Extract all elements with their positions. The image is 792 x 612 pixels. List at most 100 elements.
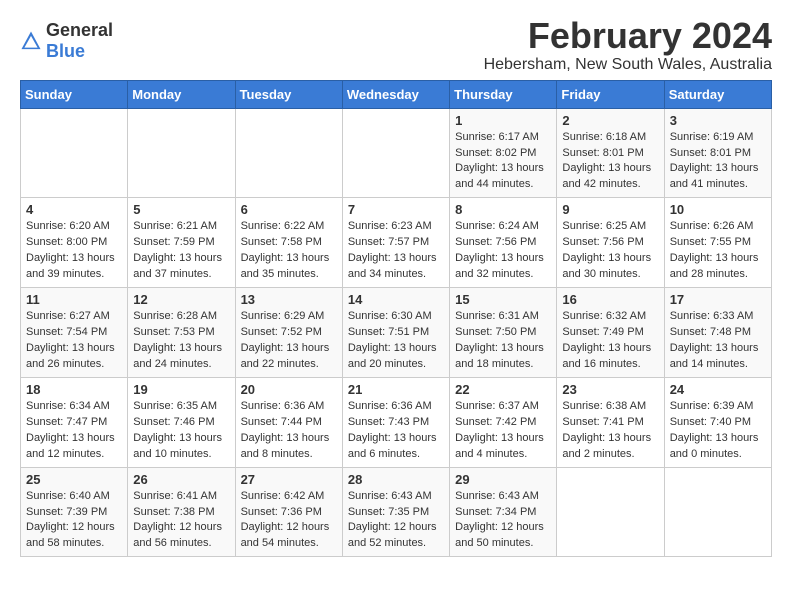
cell-content: Sunrise: 6:22 AMSunset: 7:58 PMDaylight:…: [241, 219, 337, 283]
logo: General Blue: [20, 20, 113, 62]
calendar-cell: 18 Sunrise: 6:34 AMSunset: 7:47 PMDayligh…: [21, 377, 128, 467]
header-day-wednesday: Wednesday: [342, 80, 449, 108]
day-number: 9: [562, 202, 658, 217]
cell-content: Sunrise: 6:42 AMSunset: 7:36 PMDaylight:…: [241, 489, 337, 553]
day-number: 8: [455, 202, 551, 217]
day-number: 25: [26, 472, 122, 487]
day-number: 12: [133, 292, 229, 307]
cell-content: Sunrise: 6:35 AMSunset: 7:46 PMDaylight:…: [133, 399, 229, 463]
day-number: 17: [670, 292, 766, 307]
day-number: 13: [241, 292, 337, 307]
cell-content: Sunrise: 6:37 AMSunset: 7:42 PMDaylight:…: [455, 399, 551, 463]
calendar-cell: [342, 108, 449, 198]
cell-content: Sunrise: 6:33 AMSunset: 7:48 PMDaylight:…: [670, 309, 766, 373]
calendar-cell: [664, 467, 771, 557]
day-number: 20: [241, 382, 337, 397]
day-number: 16: [562, 292, 658, 307]
day-number: 24: [670, 382, 766, 397]
day-number: 15: [455, 292, 551, 307]
calendar-header: SundayMondayTuesdayWednesdayThursdayFrid…: [21, 80, 772, 108]
day-number: 21: [348, 382, 444, 397]
day-number: 1: [455, 113, 551, 128]
cell-content: Sunrise: 6:41 AMSunset: 7:38 PMDaylight:…: [133, 489, 229, 553]
day-number: 7: [348, 202, 444, 217]
calendar-cell: 5Sunrise: 6:21 AMSunset: 7:59 PMDaylight…: [128, 198, 235, 288]
cell-content: Sunrise: 6:24 AMSunset: 7:56 PMDaylight:…: [455, 219, 551, 283]
calendar-cell: 8 Sunrise: 6:24 AMSunset: 7:56 PMDaylight…: [450, 198, 557, 288]
calendar-cell: 2Sunrise: 6:18 AMSunset: 8:01 PMDaylight…: [557, 108, 664, 198]
week-row-4: 18 Sunrise: 6:34 AMSunset: 7:47 PMDayligh…: [21, 377, 772, 467]
cell-content: Sunrise: 6:36 AMSunset: 7:44 PMDaylight:…: [241, 399, 337, 463]
week-row-5: 25 Sunrise: 6:40 AMSunset: 7:39 PMDayligh…: [21, 467, 772, 557]
day-number: 22: [455, 382, 551, 397]
week-row-2: 4 Sunrise: 6:20 AMSunset: 8:00 PMDaylight…: [21, 198, 772, 288]
header-day-monday: Monday: [128, 80, 235, 108]
day-number: 19: [133, 382, 229, 397]
week-row-1: 1 Sunrise: 6:17 AMSunset: 8:02 PMDaylight…: [21, 108, 772, 198]
logo-text-general: General: [46, 20, 113, 40]
calendar-cell: 27Sunrise: 6:42 AMSunset: 7:36 PMDayligh…: [235, 467, 342, 557]
cell-content: Sunrise: 6:27 AMSunset: 7:54 PMDaylight:…: [26, 309, 122, 373]
header-day-saturday: Saturday: [664, 80, 771, 108]
calendar-cell: 23 Sunrise: 6:38 AMSunset: 7:41 PMDayligh…: [557, 377, 664, 467]
calendar-cell: 11 Sunrise: 6:27 AMSunset: 7:54 PMDayligh…: [21, 288, 128, 378]
calendar-cell: 29Sunrise: 6:43 AMSunset: 7:34 PMDayligh…: [450, 467, 557, 557]
page-title: February 2024: [484, 16, 772, 56]
header-day-sunday: Sunday: [21, 80, 128, 108]
calendar-cell: 12 Sunrise: 6:28 AMSunset: 7:53 PMDayligh…: [128, 288, 235, 378]
cell-content: Sunrise: 6:43 AMSunset: 7:34 PMDaylight:…: [455, 489, 551, 553]
day-number: 6: [241, 202, 337, 217]
cell-content: Sunrise: 6:19 AMSunset: 8:01 PMDaylight:…: [670, 130, 766, 194]
calendar-cell: 6 Sunrise: 6:22 AMSunset: 7:58 PMDaylight…: [235, 198, 342, 288]
calendar-cell: 16Sunrise: 6:32 AMSunset: 7:49 PMDayligh…: [557, 288, 664, 378]
calendar-cell: [128, 108, 235, 198]
cell-content: Sunrise: 6:28 AMSunset: 7:53 PMDaylight:…: [133, 309, 229, 373]
cell-content: Sunrise: 6:36 AMSunset: 7:43 PMDaylight:…: [348, 399, 444, 463]
day-number: 14: [348, 292, 444, 307]
generalblue-logo-icon: [20, 30, 42, 52]
day-number: 11: [26, 292, 122, 307]
calendar-cell: 7 Sunrise: 6:23 AMSunset: 7:57 PMDaylight…: [342, 198, 449, 288]
calendar-cell: 20 Sunrise: 6:36 AMSunset: 7:44 PMDayligh…: [235, 377, 342, 467]
day-number: 18: [26, 382, 122, 397]
page-header: General Blue February 2024 Hebersham, Ne…: [20, 16, 772, 74]
cell-content: Sunrise: 6:39 AMSunset: 7:40 PMDaylight:…: [670, 399, 766, 463]
cell-content: Sunrise: 6:43 AMSunset: 7:35 PMDaylight:…: [348, 489, 444, 553]
calendar-body: 1 Sunrise: 6:17 AMSunset: 8:02 PMDaylight…: [21, 108, 772, 557]
calendar-cell: 15 Sunrise: 6:31 AMSunset: 7:50 PMDayligh…: [450, 288, 557, 378]
calendar-cell: 3 Sunrise: 6:19 AMSunset: 8:01 PMDaylight…: [664, 108, 771, 198]
day-number: 2: [562, 113, 658, 128]
day-number: 4: [26, 202, 122, 217]
day-number: 26: [133, 472, 229, 487]
day-number: 28: [348, 472, 444, 487]
day-number: 3: [670, 113, 766, 128]
cell-content: Sunrise: 6:31 AMSunset: 7:50 PMDaylight:…: [455, 309, 551, 373]
cell-content: Sunrise: 6:21 AMSunset: 7:59 PMDaylight:…: [133, 219, 229, 283]
cell-content: Sunrise: 6:34 AMSunset: 7:47 PMDaylight:…: [26, 399, 122, 463]
day-number: 23: [562, 382, 658, 397]
calendar-cell: 22 Sunrise: 6:37 AMSunset: 7:42 PMDayligh…: [450, 377, 557, 467]
calendar-cell: 24 Sunrise: 6:39 AMSunset: 7:40 PMDayligh…: [664, 377, 771, 467]
calendar-cell: 9 Sunrise: 6:25 AMSunset: 7:56 PMDaylight…: [557, 198, 664, 288]
calendar-cell: 4 Sunrise: 6:20 AMSunset: 8:00 PMDaylight…: [21, 198, 128, 288]
logo-text-blue: Blue: [46, 41, 85, 61]
week-row-3: 11 Sunrise: 6:27 AMSunset: 7:54 PMDayligh…: [21, 288, 772, 378]
calendar-cell: 14Sunrise: 6:30 AMSunset: 7:51 PMDayligh…: [342, 288, 449, 378]
calendar-cell: [235, 108, 342, 198]
header-day-friday: Friday: [557, 80, 664, 108]
calendar-cell: 13Sunrise: 6:29 AMSunset: 7:52 PMDayligh…: [235, 288, 342, 378]
cell-content: Sunrise: 6:23 AMSunset: 7:57 PMDaylight:…: [348, 219, 444, 283]
cell-content: Sunrise: 6:25 AMSunset: 7:56 PMDaylight:…: [562, 219, 658, 283]
cell-content: Sunrise: 6:17 AMSunset: 8:02 PMDaylight:…: [455, 130, 551, 194]
day-number: 10: [670, 202, 766, 217]
cell-content: Sunrise: 6:38 AMSunset: 7:41 PMDaylight:…: [562, 399, 658, 463]
calendar-cell: [557, 467, 664, 557]
title-block: February 2024 Hebersham, New South Wales…: [484, 16, 772, 74]
cell-content: Sunrise: 6:40 AMSunset: 7:39 PMDaylight:…: [26, 489, 122, 553]
calendar-cell: 26 Sunrise: 6:41 AMSunset: 7:38 PMDayligh…: [128, 467, 235, 557]
calendar-cell: [21, 108, 128, 198]
calendar-cell: 28 Sunrise: 6:43 AMSunset: 7:35 PMDayligh…: [342, 467, 449, 557]
header-day-thursday: Thursday: [450, 80, 557, 108]
calendar-cell: 25 Sunrise: 6:40 AMSunset: 7:39 PMDayligh…: [21, 467, 128, 557]
cell-content: Sunrise: 6:20 AMSunset: 8:00 PMDaylight:…: [26, 219, 122, 283]
